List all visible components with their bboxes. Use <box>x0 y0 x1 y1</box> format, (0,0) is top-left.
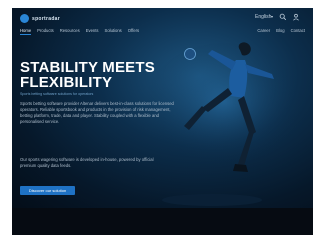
search-icon[interactable] <box>279 13 287 21</box>
nav-item-products[interactable]: Products <box>37 28 54 35</box>
nav-item-career[interactable]: Career <box>257 28 270 33</box>
nav-item-resources[interactable]: Resources <box>60 28 80 35</box>
nav-item-events[interactable]: Events <box>86 28 99 35</box>
hero-paragraph-2: Our sports wagering software is develope… <box>20 157 154 168</box>
hero-headline: STABILITY MEETS FLEXIBILITY <box>20 60 190 90</box>
nav-item-home[interactable]: Home <box>20 28 32 35</box>
hero-headline-line2: FLEXIBILITY <box>20 74 113 91</box>
secondary-nav: Career Blog Contact <box>257 28 305 33</box>
brand-logo[interactable]: sportradar <box>20 14 60 23</box>
brand-name: sportradar <box>32 15 61 22</box>
language-selector[interactable]: English <box>255 14 271 20</box>
nav-item-offers[interactable]: Offers <box>128 28 139 35</box>
hero-headline-line1: STABILITY MEETS <box>20 59 155 76</box>
browser-viewport: sportradar English ▾ Home Products Resou… <box>12 8 313 235</box>
user-icon[interactable] <box>292 13 300 21</box>
nav-item-solutions[interactable]: Solutions <box>105 28 122 35</box>
logo-circle-icon <box>20 14 29 23</box>
nav-item-contact[interactable]: Contact <box>291 28 305 33</box>
chevron-down-icon: ▾ <box>271 14 274 19</box>
discover-solution-button[interactable]: Discover our solution <box>20 186 75 195</box>
top-navigation-bar: sportradar English ▾ Home Products Resou… <box>12 8 313 36</box>
hero-subheading: Sports betting software solutions for op… <box>20 92 94 96</box>
nav-item-blog[interactable]: Blog <box>276 28 284 33</box>
main-nav: Home Products Resources Events Solutions… <box>20 28 139 35</box>
hero-paragraph-1: Sports betting software provider Altenar… <box>20 101 174 124</box>
hero-bottom-band <box>12 208 313 235</box>
